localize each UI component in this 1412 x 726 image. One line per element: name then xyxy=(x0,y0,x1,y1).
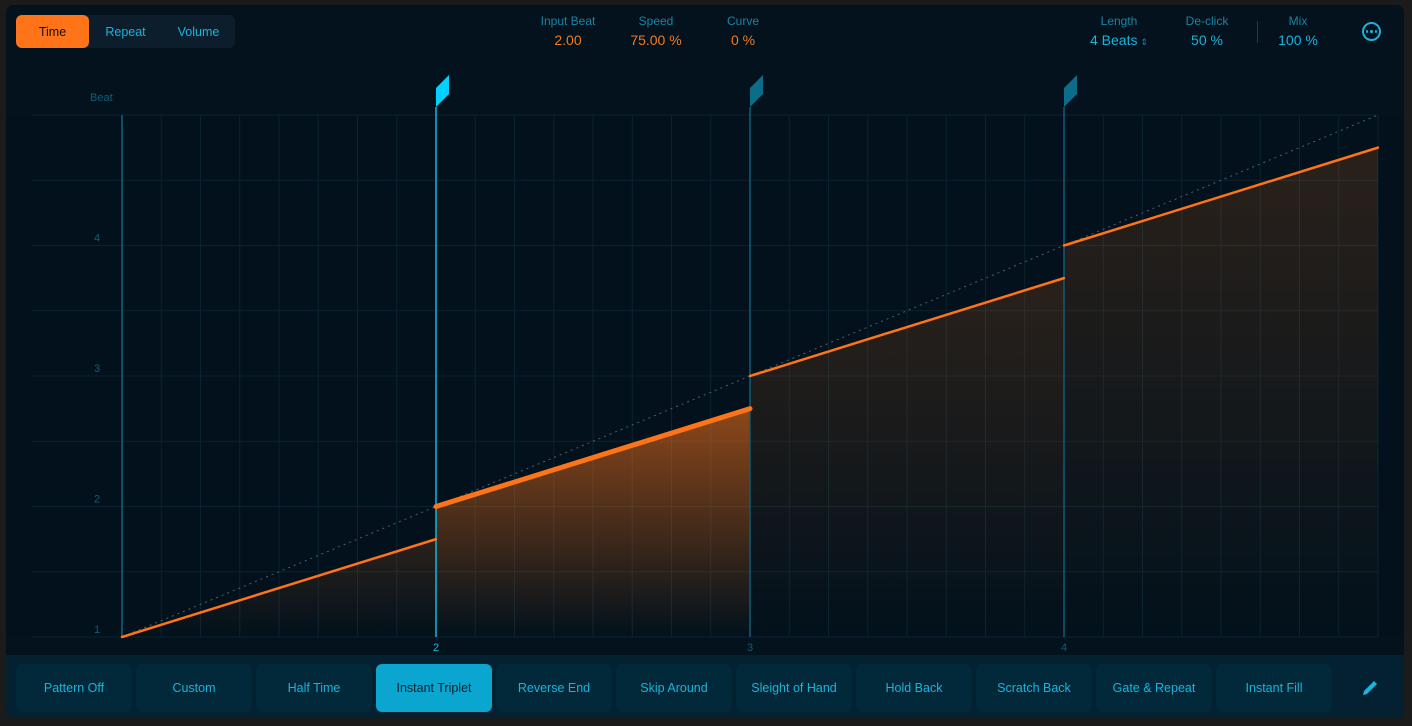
y-tick-label: 4 xyxy=(94,233,100,245)
x-tick-label: 2 xyxy=(433,642,439,654)
y-tick-label: 2 xyxy=(94,494,100,506)
x-tick-label: 3 xyxy=(747,642,753,654)
preset-instant-triplet[interactable]: Instant Triplet xyxy=(376,664,492,712)
y-tick-label: 1 xyxy=(94,624,100,636)
preset-pattern-off[interactable]: Pattern Off xyxy=(16,664,132,712)
x-tick-labels: 2 3 4 xyxy=(433,642,1067,654)
time-chart[interactable]: Beat 1 2 3 4 2 3 4 xyxy=(6,5,1404,655)
preset-sleight-of-hand[interactable]: Sleight of Hand xyxy=(736,664,852,712)
preset-gate-and-repeat[interactable]: Gate & Repeat xyxy=(1096,664,1212,712)
step-fx-window: Time Repeat Volume Input Beat 2.00 Speed… xyxy=(6,5,1404,718)
x-tick-label: 4 xyxy=(1061,642,1067,654)
y-tick-label: 3 xyxy=(94,363,100,375)
preset-reverse-end[interactable]: Reverse End xyxy=(496,664,612,712)
preset-hold-back[interactable]: Hold Back xyxy=(856,664,972,712)
preset-list: Pattern Off Custom Half Time Instant Tri… xyxy=(16,664,1332,712)
pencil-icon[interactable] xyxy=(1361,679,1379,697)
flag-marker-icon[interactable] xyxy=(1064,75,1077,107)
flag-marker-icon[interactable] xyxy=(750,75,763,107)
preset-half-time[interactable]: Half Time xyxy=(256,664,372,712)
preset-scratch-back[interactable]: Scratch Back xyxy=(976,664,1092,712)
flag-marker-icon[interactable] xyxy=(436,75,449,107)
preset-instant-fill[interactable]: Instant Fill xyxy=(1216,664,1332,712)
preset-custom[interactable]: Custom xyxy=(136,664,252,712)
y-axis-label: Beat xyxy=(90,92,113,104)
preset-skip-around[interactable]: Skip Around xyxy=(616,664,732,712)
preset-bar: Pattern Off Custom Half Time Instant Tri… xyxy=(6,655,1404,718)
